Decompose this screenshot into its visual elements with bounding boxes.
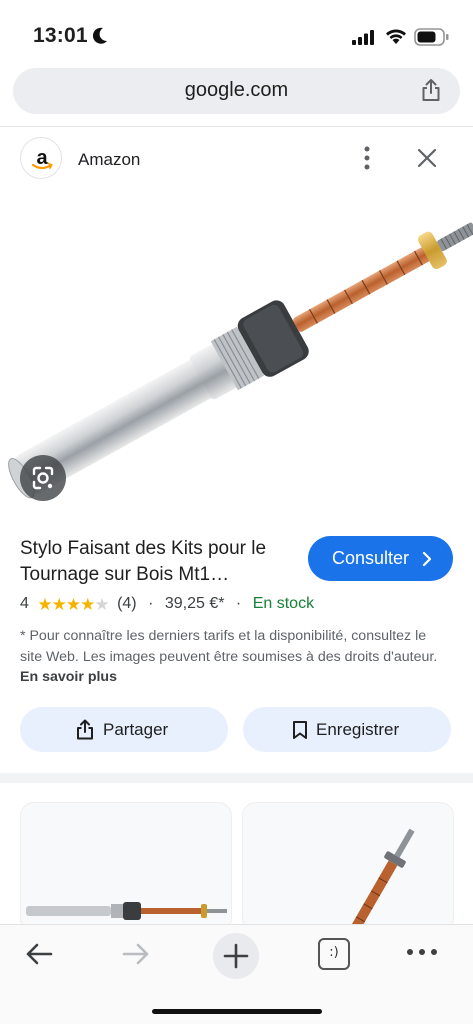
disclaimer-text: * Pour connaître les derniers tarifs et … <box>20 628 438 665</box>
related-product-image <box>328 828 415 931</box>
star-icon: ★ <box>37 594 52 614</box>
disclaimer: * Pour connaître les derniers tarifs et … <box>20 626 450 688</box>
tabs-button[interactable]: :) <box>318 938 350 970</box>
share-icon[interactable] <box>420 78 442 102</box>
learn-more-link[interactable]: En savoir plus <box>20 669 117 685</box>
visit-label: Consulter <box>332 548 410 568</box>
close-icon[interactable] <box>416 147 438 169</box>
status-time: 13:01 <box>33 24 88 47</box>
back-arrow-icon[interactable] <box>23 938 55 970</box>
url-bar[interactable]: google.com <box>13 68 460 114</box>
visit-button[interactable]: Consulter <box>308 536 453 581</box>
more-vert-icon[interactable] <box>360 145 374 171</box>
lens-search-button[interactable] <box>20 455 66 501</box>
more-horiz-icon[interactable] <box>406 947 438 957</box>
availability: En stock <box>252 595 315 613</box>
share-icon <box>77 719 93 740</box>
pen-mandrel-illustration <box>8 222 473 499</box>
section-divider <box>0 773 473 783</box>
url-text[interactable]: google.com <box>13 79 460 102</box>
chevron-right-icon <box>422 551 432 567</box>
star-empty-icon: ★ <box>94 594 109 614</box>
amazon-logo-letter: a <box>36 147 48 169</box>
plus-icon <box>223 943 249 969</box>
share-button[interactable]: Partager <box>20 707 228 752</box>
rating-row: 4 ★★★★★ (4) · 39,25 €* · En stock <box>20 594 314 616</box>
price: 39,25 €* <box>164 595 225 613</box>
product-title[interactable]: Stylo Faisant des Kits pour le Tournage … <box>20 536 290 588</box>
rating-stars: ★★★★★ <box>37 594 109 615</box>
cellular-signal-icon <box>352 30 374 45</box>
star-icon: ★ <box>80 594 95 614</box>
wifi-icon <box>386 29 406 44</box>
status-bar: 13:01 <box>0 0 473 68</box>
share-label: Partager <box>103 720 169 739</box>
star-icon: ★ <box>65 594 81 614</box>
product-image[interactable] <box>0 192 473 522</box>
moon-icon <box>92 27 107 44</box>
star-icon: ★ <box>51 594 67 614</box>
battery-icon <box>414 28 449 46</box>
review-count: (4) <box>117 595 137 613</box>
source-header: a Amazon <box>0 137 473 181</box>
amazon-logo: a <box>20 137 62 179</box>
separator: · <box>148 595 154 613</box>
lens-search-icon <box>32 466 54 490</box>
bookmark-icon <box>293 721 307 739</box>
home-indicator[interactable] <box>152 1009 322 1014</box>
rating-value: 4 <box>20 595 29 613</box>
source-name[interactable]: Amazon <box>78 150 140 170</box>
divider <box>0 126 473 127</box>
related-image-card[interactable] <box>20 802 232 932</box>
related-product-image <box>26 902 227 920</box>
bottom-toolbar: :) <box>0 924 473 1024</box>
forward-arrow-icon[interactable] <box>120 938 152 970</box>
new-tab-button[interactable] <box>213 933 259 979</box>
save-label: Enregistrer <box>316 720 400 739</box>
related-image-card[interactable] <box>242 802 454 932</box>
save-button[interactable]: Enregistrer <box>243 707 451 752</box>
separator: · <box>235 595 242 613</box>
